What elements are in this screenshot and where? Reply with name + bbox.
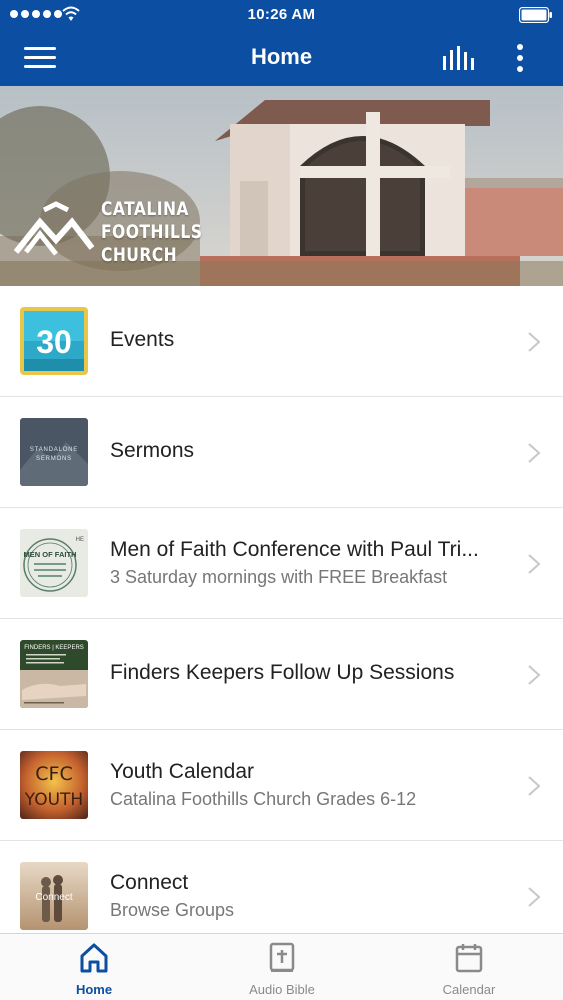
home-icon: [80, 943, 108, 973]
tab-audio-bible[interactable]: Audio Bible: [188, 934, 376, 1000]
bible-icon: [269, 942, 295, 972]
church-logo-icon: [14, 201, 94, 256]
church-name: CATALINA FOOTHILLS CHURCH: [101, 198, 225, 267]
list-item-title: Events: [110, 328, 175, 351]
list-item-title: Finders Keepers Follow Up Sessions: [110, 661, 455, 684]
church-building-image: [0, 86, 563, 286]
church-name-line-2: FOOTHILLS: [101, 221, 203, 243]
list-item-men-of-faith[interactable]: MEN OF FAITH HE Men of Faith Conference …: [0, 508, 563, 619]
chevron-right-icon: [528, 665, 541, 685]
sermons-thumbnail: STANDALONE SERMONS: [20, 418, 88, 486]
list-item-youth-calendar[interactable]: CFC YOUTH Youth Calendar Catalina Foothi…: [0, 730, 563, 841]
finders-keepers-thumbnail: FINDERS | KEEPERS: [20, 640, 88, 708]
svg-text:SERMONS: SERMONS: [36, 456, 72, 462]
svg-text:STANDALONE: STANDALONE: [30, 447, 78, 453]
more-options-icon[interactable]: [506, 42, 534, 76]
calendar-30-icon: 30: [20, 307, 88, 375]
list-item-connect[interactable]: Connect Connect Browse Groups: [0, 841, 563, 933]
events-thumb-label: 30: [36, 324, 72, 360]
chevron-right-icon: [528, 887, 541, 907]
tab-label: Calendar: [442, 982, 496, 997]
home-feed-list: 30 Events STANDALONE SERMONS Sermons MEN…: [0, 286, 563, 933]
list-item-subtitle: Browse Groups: [110, 900, 235, 920]
youth-thumb-line-1: CFC: [35, 763, 72, 785]
tab-home[interactable]: Home: [0, 934, 188, 1000]
church-name-line-1: CATALINA: [101, 198, 189, 220]
list-item-title: Sermons: [110, 439, 195, 462]
list-item-subtitle: Catalina Foothills Church Grades 6-12: [110, 789, 417, 809]
connect-thumbnail: Connect: [20, 862, 88, 930]
chevron-right-icon: [528, 776, 541, 796]
chevron-right-icon: [528, 443, 541, 463]
svg-text:HE: HE: [76, 537, 84, 543]
chevron-right-icon: [528, 332, 541, 352]
list-item-subtitle: 3 Saturday mornings with FREE Breakfast: [110, 567, 448, 587]
page-title: Home: [250, 44, 313, 69]
cfc-youth-thumbnail: CFC YOUTH: [20, 751, 88, 819]
tab-label: Home: [75, 982, 113, 997]
list-item-sermons[interactable]: STANDALONE SERMONS Sermons: [0, 397, 563, 508]
list-item-title: Men of Faith Conference with Paul Tri...: [110, 538, 479, 561]
chevron-right-icon: [528, 554, 541, 574]
audio-bars-icon[interactable]: [441, 44, 477, 72]
svg-text:FINDERS | KEEPERS: FINDERS | KEEPERS: [24, 645, 84, 651]
status-time: 10:26 AM: [247, 6, 316, 23]
status-bar: 10:26 AM: [0, 0, 563, 30]
church-name-line-3: CHURCH: [101, 244, 178, 266]
list-item-finders-keepers[interactable]: FINDERS | KEEPERS Finders Keepers Follow…: [0, 619, 563, 730]
bottom-tab-bar: Home Audio Bible Calendar: [0, 933, 563, 1000]
church-banner: CATALINA FOOTHILLS CHURCH: [0, 86, 563, 286]
tab-label: Audio Bible: [249, 982, 315, 997]
calendar-icon: [455, 944, 483, 973]
app-header: 10:26 AM Home: [0, 0, 563, 86]
tab-calendar[interactable]: Calendar: [375, 934, 563, 1000]
list-item-events[interactable]: 30 Events: [0, 286, 563, 397]
list-item-title: Youth Calendar: [110, 760, 255, 783]
nav-bar: Home: [0, 30, 563, 86]
men-of-faith-thumbnail: MEN OF FAITH HE: [20, 529, 88, 597]
youth-thumb-line-2: YOUTH: [24, 790, 83, 810]
svg-text:MEN OF FAITH: MEN OF FAITH: [24, 550, 77, 559]
list-item-title: Connect: [110, 871, 189, 894]
battery-icon: [519, 7, 552, 23]
connect-thumb-label: Connect: [35, 892, 72, 903]
